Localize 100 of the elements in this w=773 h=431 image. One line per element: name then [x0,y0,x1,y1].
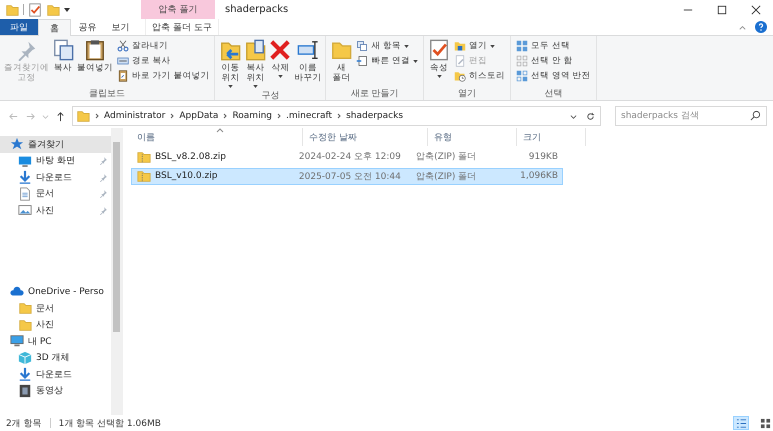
help-icon[interactable] [755,21,767,33]
nav-item[interactable]: 바탕 화면 [0,152,111,169]
search-field[interactable]: shaderpacks 검색 [615,106,767,126]
table-cell-text: 1,096KB [519,171,560,182]
ribbon-button[interactable]: 바로 가기 붙여넣기 [115,68,212,83]
ribbon-button[interactable]: 붙여넣기 [76,38,114,74]
nav-item[interactable]: 동영상 [0,382,111,399]
film-icon [18,384,32,398]
ribbon-button[interactable]: 빠른 연결 [354,53,420,68]
folder-icon [18,318,32,332]
refresh-icon[interactable] [586,112,595,120]
nav-item[interactable]: 3D 개체 [0,350,111,366]
ribbon-button[interactable]: 모두 선택 [514,38,593,53]
ribbon-tab[interactable]: 홈 [38,19,71,36]
ribbon-button[interactable]: 새 폴더 [329,38,354,84]
new-item-icon [356,40,368,52]
chevron-icon[interactable] [95,113,99,119]
ribbon-tab[interactable]: 압축 폴더 도구 [145,19,219,35]
chevron-icon[interactable] [223,113,228,119]
ribbon-button[interactable]: 선택 안 함 [514,53,593,68]
checkmark-icon [428,39,450,61]
file-row[interactable]: BSL_v10.0.zip 2025-07-05 오전 10:44 압축(ZIP) 폴더 1,096KB [131,168,563,185]
table-cell-text: 압축(ZIP) 폴더 [415,151,478,164]
ribbon-tab[interactable]: 파일 [0,19,38,35]
caret-icon[interactable] [570,112,577,120]
invert-selection-icon [516,70,528,82]
folder-icon [18,301,32,316]
ribbon-button[interactable]: 복사 위치 [243,38,268,90]
chevron-icon[interactable] [277,113,281,119]
close-icon[interactable] [751,4,761,14]
download-icon [18,170,32,184]
file-row[interactable]: BSL_v8.2.08.zip 2024-02-24 오후 12:09 압축(ZIP) 폴더 919KB [131,148,563,166]
search-icon[interactable] [750,110,761,121]
checkmark-icon[interactable] [28,2,42,16]
table-cell-text: 919KB [528,152,560,162]
nav-item[interactable]: 다운로드 [0,169,111,186]
nav-item[interactable]: 다운로드 [0,366,111,382]
breadcrumb[interactable]: shaderpacks [346,111,404,121]
ribbon-button[interactable]: 히스토리 [452,68,508,83]
column-header[interactable]: 유형 [428,128,517,146]
table-cell-text: 압축(ZIP) 폴더 [415,170,478,183]
ribbon-button[interactable]: 선택 영역 반전 [514,68,593,83]
ribbon-button[interactable]: 열기 [452,38,508,53]
column-header[interactable]: 이름 [131,128,303,146]
selection-info: 1개 항목 선택함 1.06MB [58,418,161,430]
ribbon-button[interactable]: 이름 바꾸기 [293,38,322,84]
window-title: shaderpacks [225,4,290,15]
clipboard-icon [84,39,106,61]
chevron-icon[interactable] [337,113,342,119]
edit-icon [454,54,466,66]
breadcrumb[interactable]: .minecraft [286,111,332,121]
path-icon [117,54,129,66]
nav-item[interactable]: 문서 [0,186,111,202]
copy-icon [52,39,74,61]
nav-item[interactable]: 즐겨찾기 [0,136,111,152]
cube-icon [18,350,32,365]
delete-icon [269,39,292,61]
folder-icon [454,40,466,52]
nav-item[interactable]: OneDrive - Perso [0,284,111,300]
clipboard-icon [117,70,129,82]
desktop-icon [18,154,32,168]
nav-item[interactable]: 사진 [0,316,111,333]
maximize-icon[interactable] [717,4,727,14]
file-name: BSL_v10.0.zip [155,171,218,182]
caret-icon[interactable] [64,8,70,12]
ribbon-button[interactable]: 복사 [51,38,75,74]
folder-copy-icon [244,39,266,61]
select-none-icon [516,54,528,66]
ribbon-button[interactable]: 새 항목 [354,38,420,53]
column-header[interactable]: 수정한 날짜 [303,128,428,146]
nav-item[interactable]: 문서 [0,300,111,316]
document-icon [18,186,32,201]
ribbon-button[interactable]: 속성 [427,38,452,80]
group-label: 열기 [457,88,478,100]
chevron-icon[interactable] [170,113,174,119]
context-tab-header: 압축 풀기 [141,0,215,19]
nav-item[interactable]: 내 PC [0,333,111,350]
table-cell-text: 2025-07-05 오전 10:44 [298,170,402,183]
details-view-button[interactable] [733,416,749,430]
history-icon [454,70,466,82]
nav-item[interactable]: 사진 [0,202,111,218]
ribbon-button[interactable]: 경로 복사 [115,53,212,68]
folder-icon [76,109,90,123]
breadcrumb[interactable]: AppData [179,111,218,121]
ribbon-button[interactable]: 삭제 [268,38,292,80]
group-label: 선택 [543,88,564,100]
picture-icon [18,203,32,218]
group-label: 구성 [260,90,280,102]
scrollbar[interactable] [111,128,122,415]
column-header[interactable]: 크기 [517,128,586,146]
ribbon-button[interactable]: 잘라내기 [115,38,212,53]
item-count: 2개 항목 [6,418,42,430]
ribbon-button[interactable]: 이동 위치 [218,38,242,90]
select-all-icon [516,40,528,52]
breadcrumb[interactable]: Roaming [232,111,272,121]
group-label: 클립보드 [88,88,126,100]
scissors-icon [117,40,129,52]
monitor-icon [10,334,24,348]
breadcrumb[interactable]: Administrator [104,111,166,121]
up-icon[interactable] [55,110,66,122]
